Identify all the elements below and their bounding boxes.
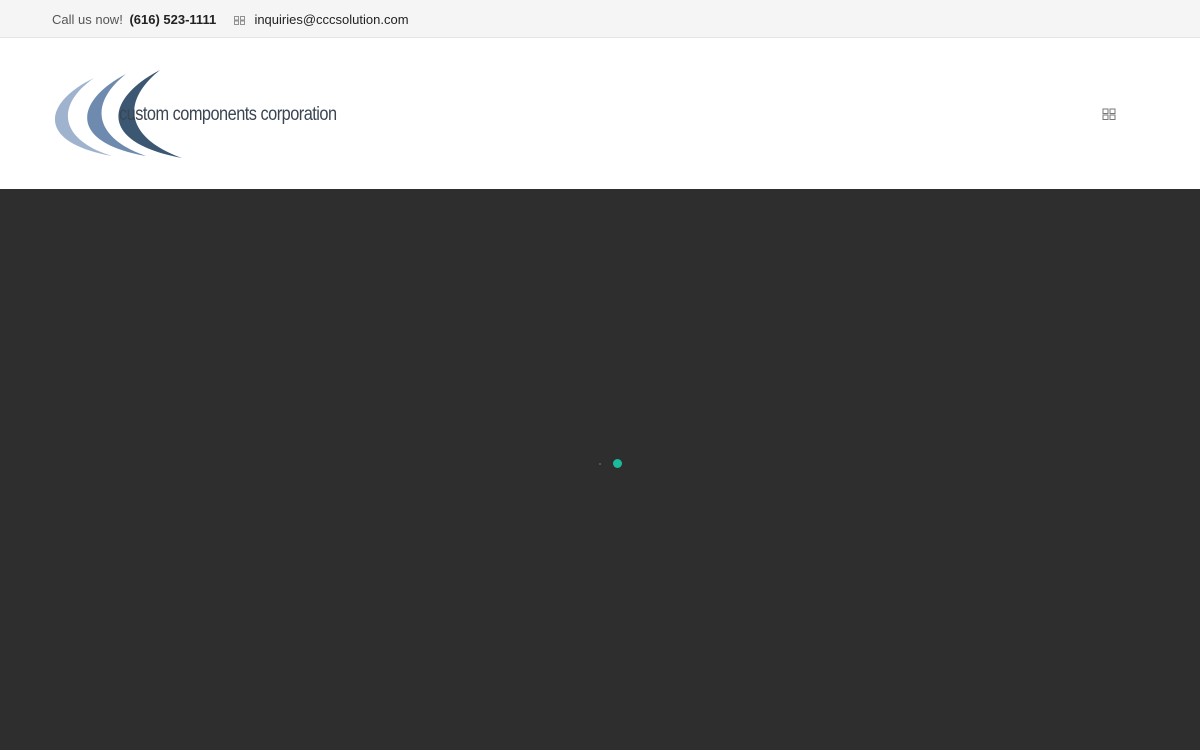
hero-loading-area [0,189,1200,750]
logo-text: custom components corporation [119,104,337,125]
site-header: custom components corporation [0,38,1200,189]
loading-spinner [613,459,622,468]
call-label: Call us now! [52,12,123,27]
grid-menu-icon[interactable] [1102,107,1116,121]
top-contact-bar: Call us now! (616) 523-1111 inquiries@cc… [0,0,1200,38]
contact-info: Call us now! (616) 523-1111 inquiries@cc… [52,12,409,28]
phone-number[interactable]: (616) 523-1111 [129,12,216,27]
email-link[interactable]: inquiries@cccsolution.com [254,12,408,27]
envelope-icon [233,13,245,28]
loading-spinner-trail [599,463,601,465]
